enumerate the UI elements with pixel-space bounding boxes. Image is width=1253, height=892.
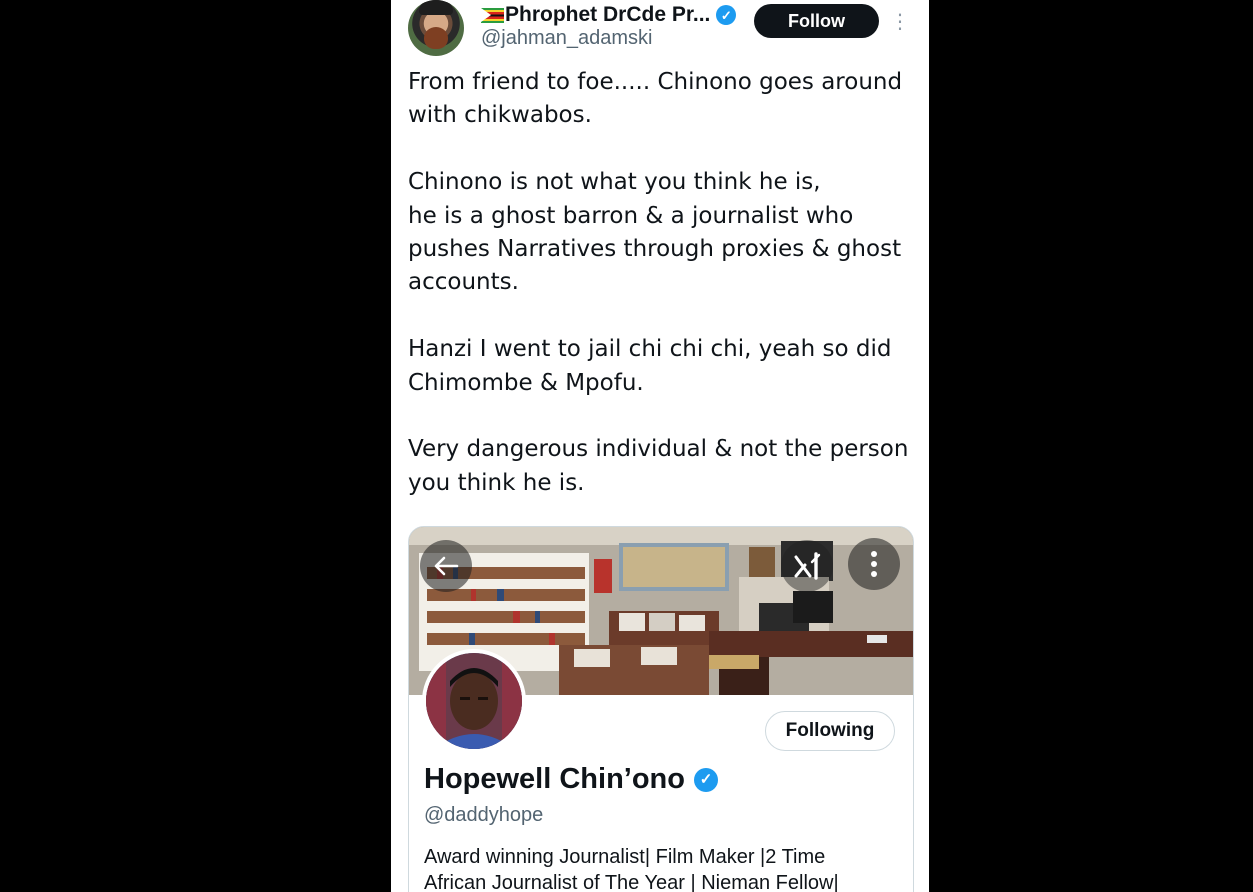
- profile-bio-line: Award winning Journalist| Film Maker |2 …: [424, 846, 826, 868]
- profile-bio: Award winning Journalist| Film Maker |2 …: [424, 844, 894, 892]
- author-handle[interactable]: @jahman_adamski: [481, 27, 653, 50]
- follow-button[interactable]: Follow: [754, 4, 879, 38]
- vertical-ellipsis-icon[interactable]: [848, 538, 900, 590]
- author-display-name: Phrophet DrCde Pr...: [505, 3, 711, 26]
- profile-name-line: Hopewell Chin’ono ✓: [424, 763, 718, 796]
- arrow-left-icon[interactable]: [420, 540, 472, 592]
- tweet-screenshot: Phrophet DrCde Pr... ✓ @jahman_adamski F…: [391, 0, 929, 892]
- tweet-text: From friend to foe..... Chinono goes aro…: [408, 66, 913, 534]
- avatar-hat: [419, 0, 453, 15]
- vertical-ellipsis-icon[interactable]: ⋮: [889, 8, 911, 34]
- profile-bio-line: African Journalist of The Year | Nieman …: [424, 872, 839, 892]
- embedded-profile-card[interactable]: Following Hopewell Chin’ono ✓ @daddyhope…: [408, 526, 914, 892]
- tweet-paragraph: Hanzi I went to jail chi chi chi, yeah s…: [408, 336, 892, 396]
- following-button[interactable]: Following: [765, 711, 895, 751]
- verified-badge-icon: ✓: [716, 5, 737, 25]
- tweet-paragraph: Very dangerous individual & not the pers…: [408, 436, 909, 496]
- tweet-paragraph: Chinono is not what you think he is, he …: [408, 169, 902, 296]
- avatar-beard: [424, 27, 448, 49]
- tweet-paragraph: From friend to foe..... Chinono goes aro…: [408, 69, 903, 129]
- zimbabwe-flag-icon: [481, 7, 504, 23]
- profile-handle: @daddyhope: [424, 804, 544, 826]
- profile-avatar[interactable]: [422, 649, 526, 753]
- profile-display-name: Hopewell Chin’ono: [424, 763, 685, 795]
- x-logo-icon[interactable]: [781, 540, 833, 592]
- verified-badge-icon: ✓: [694, 767, 718, 792]
- author-name-line[interactable]: Phrophet DrCde Pr... ✓: [481, 2, 737, 28]
- author-avatar[interactable]: [408, 0, 464, 56]
